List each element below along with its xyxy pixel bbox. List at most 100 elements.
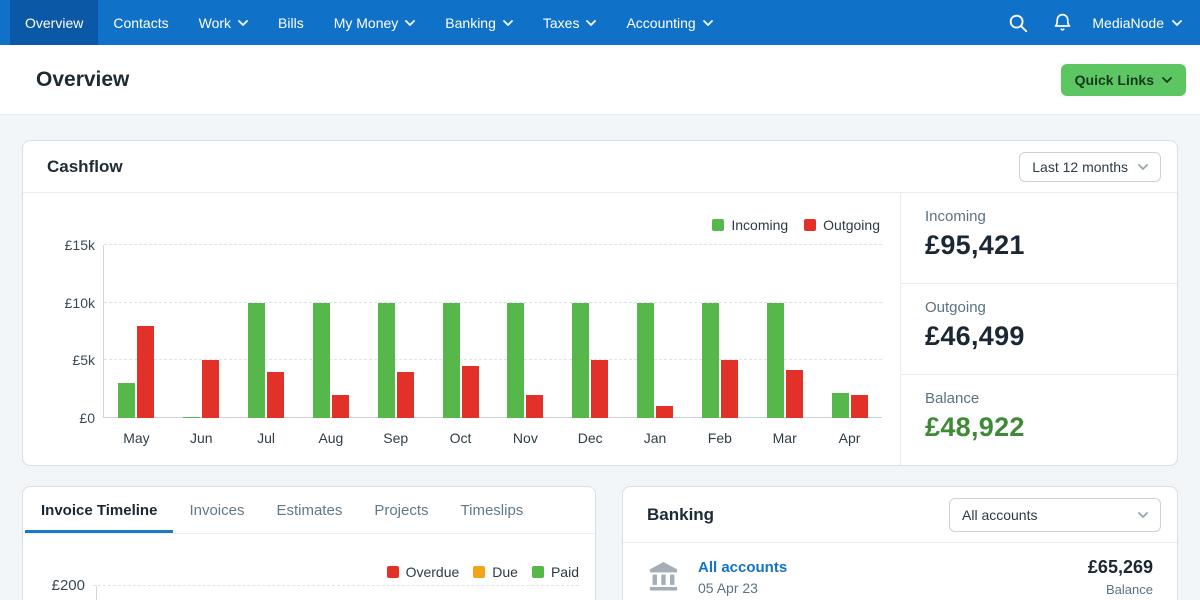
- bar-incoming-aug: [313, 303, 330, 418]
- summary-label: Incoming: [925, 208, 1153, 225]
- banking-title: Banking: [647, 505, 714, 525]
- nav-item-label: Accounting: [626, 15, 695, 31]
- bank-balance-amount: £65,269: [1088, 557, 1153, 578]
- nav-item-accounting[interactable]: Accounting: [611, 0, 727, 45]
- banking-card: Banking All accounts All accounts 05 Apr…: [622, 486, 1178, 600]
- nav-item-my-money[interactable]: My Money: [319, 0, 431, 45]
- nav-items: Overview Contacts Work Bills My Money Banking…: [10, 0, 728, 45]
- x-tick-mar: Mar: [752, 430, 817, 446]
- bank-balance-label: Balance: [1088, 582, 1153, 597]
- tab-timeslips[interactable]: Timeslips: [445, 487, 540, 533]
- bell-icon: [1052, 12, 1073, 33]
- bar-outgoing-apr: [851, 395, 868, 418]
- x-tick-apr: Apr: [817, 430, 882, 446]
- invoice-y-tick: £200: [43, 577, 85, 594]
- bar-outgoing-jun: [202, 360, 219, 418]
- x-tick-dec: Dec: [558, 430, 623, 446]
- chevron-down-icon: [1162, 77, 1172, 83]
- y-tick-£10k: £10k: [65, 295, 95, 311]
- nav-item-bills[interactable]: Bills: [263, 0, 319, 45]
- banking-account-select[interactable]: All accounts: [949, 498, 1161, 532]
- account-menu-button[interactable]: MediaNode: [1090, 15, 1184, 31]
- x-tick-aug: Aug: [298, 430, 363, 446]
- bar-outgoing-may: [137, 326, 154, 418]
- legend-swatch: [712, 219, 724, 231]
- invoice-timeline-card: Invoice TimelineInvoicesEstimatesProject…: [22, 486, 596, 600]
- main-content: Cashflow Last 12 months Incoming Outgoing…: [0, 115, 1200, 600]
- bar-incoming-feb: [702, 303, 719, 418]
- cashflow-summary: Incoming £95,421 Outgoing£46,499 Balance £48…: [900, 193, 1177, 465]
- nav-item-label: Work: [199, 15, 231, 31]
- nav-item-label: Overview: [25, 15, 83, 31]
- search-icon: [1007, 12, 1029, 34]
- x-tick-jul: Jul: [234, 430, 299, 446]
- summary-incoming: Incoming £95,421: [901, 193, 1177, 284]
- quick-links-button[interactable]: Quick Links: [1061, 64, 1186, 96]
- chevron-down-icon: [703, 20, 713, 26]
- nav-item-taxes[interactable]: Taxes: [528, 0, 612, 45]
- nav-item-label: My Money: [334, 15, 399, 31]
- x-axis-labels: MayJunJulAugSepOctNovDecJanFebMarApr: [104, 430, 882, 446]
- tab-projects[interactable]: Projects: [358, 487, 444, 533]
- page-header: Overview Quick Links: [0, 45, 1200, 115]
- bar-group-jun: [169, 245, 234, 418]
- chevron-down-icon: [405, 20, 415, 26]
- bank-icon: [647, 562, 680, 592]
- nav-item-contacts[interactable]: Contacts: [98, 0, 183, 45]
- bank-account-date: 05 Apr 23: [698, 580, 1088, 596]
- bar-incoming-mar: [767, 303, 784, 418]
- cashflow-body: IncomingOutgoing £0£5k£10k£15kMayJunJulA…: [23, 193, 1177, 465]
- y-tick-£0: £0: [79, 410, 95, 426]
- summary-value: £95,421: [925, 230, 1153, 261]
- x-tick-jun: Jun: [169, 430, 234, 446]
- bar-incoming-jan: [637, 303, 654, 418]
- summary-outgoing: Outgoing£46,499: [901, 284, 1177, 375]
- bank-account-link[interactable]: All accounts: [698, 559, 1088, 576]
- cashflow-range-select[interactable]: Last 12 months: [1019, 152, 1161, 182]
- summary-label: Balance: [925, 390, 1153, 407]
- bank-account-row: All accounts 05 Apr 23 £65,269 Balance: [623, 543, 1177, 600]
- x-tick-may: May: [104, 430, 169, 446]
- notifications-button[interactable]: [1046, 7, 1078, 39]
- bar-group-dec: [558, 245, 623, 418]
- tab-invoice-timeline[interactable]: Invoice Timeline: [25, 487, 173, 533]
- cashflow-plot: £0£5k£10k£15kMayJunJulAugSepOctNovDecJan…: [103, 245, 882, 418]
- nav-right: MediaNode: [1002, 0, 1184, 45]
- bar-outgoing-dec: [591, 360, 608, 418]
- chevron-down-icon: [1172, 20, 1182, 26]
- bar-incoming-oct: [443, 303, 460, 418]
- nav-item-banking[interactable]: Banking: [430, 0, 528, 45]
- invoice-timeline-chart: OverdueDuePaid £200: [23, 534, 595, 600]
- invoice-axis-row: £200: [43, 577, 579, 594]
- bar-group-may: [104, 245, 169, 418]
- x-tick-nov: Nov: [493, 430, 558, 446]
- quick-links-label: Quick Links: [1075, 72, 1154, 88]
- summary-balance: Balance £48,922: [901, 375, 1177, 465]
- bar-outgoing-mar: [786, 370, 803, 418]
- nav-item-overview[interactable]: Overview: [10, 0, 98, 45]
- search-button[interactable]: [1002, 7, 1034, 39]
- bar-incoming-jul: [248, 303, 265, 418]
- bar-incoming-sep: [378, 303, 395, 418]
- bank-account-balance: £65,269 Balance: [1088, 557, 1153, 597]
- banking-card-header: Banking All accounts: [623, 487, 1177, 543]
- y-tick-£5k: £5k: [72, 352, 95, 368]
- chevron-down-icon: [238, 20, 248, 26]
- bar-outgoing-jul: [267, 372, 284, 418]
- invoice-tabs: Invoice TimelineInvoicesEstimatesProject…: [23, 487, 595, 534]
- x-tick-sep: Sep: [363, 430, 428, 446]
- chevron-down-icon: [1138, 512, 1148, 518]
- summary-value: £46,499: [925, 321, 1153, 352]
- bank-account-info: All accounts 05 Apr 23: [698, 559, 1088, 596]
- tab-invoices[interactable]: Invoices: [173, 487, 260, 533]
- cashflow-card: Cashflow Last 12 months Incoming Outgoing…: [22, 140, 1178, 466]
- cashflow-title: Cashflow: [47, 157, 123, 177]
- tab-estimates[interactable]: Estimates: [260, 487, 358, 533]
- legend-swatch: [804, 219, 816, 231]
- nav-item-work[interactable]: Work: [184, 0, 263, 45]
- legend-item-incoming: Incoming: [712, 217, 788, 233]
- summary-value: £48,922: [925, 412, 1153, 443]
- nav-item-label: Contacts: [113, 15, 168, 31]
- bar-incoming-may: [118, 383, 135, 418]
- bar-group-mar: [752, 245, 817, 418]
